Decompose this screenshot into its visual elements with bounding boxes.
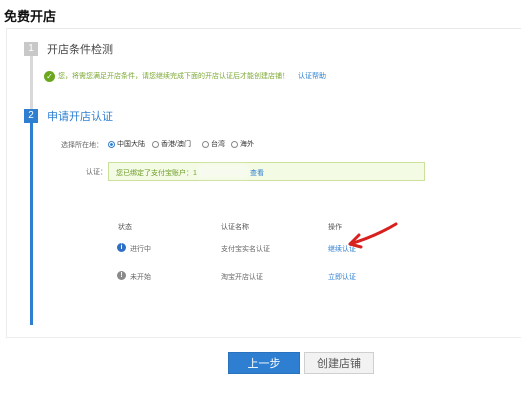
create-store-button[interactable]: 创建店铺 bbox=[304, 352, 374, 374]
alipay-bound-text: 您已绑定了支付宝账户：1 bbox=[116, 170, 197, 177]
region-option-mainland[interactable]: 中国大陆 bbox=[108, 139, 145, 149]
certification-help-link[interactable]: 认证帮助 bbox=[298, 71, 326, 81]
row1-status: 进行中 bbox=[130, 246, 151, 253]
region-option-label: 中国大陆 bbox=[117, 141, 145, 148]
region-option-hk-macau[interactable]: 香港/澳门 bbox=[152, 139, 191, 149]
step2-title: 申请开店认证 bbox=[47, 111, 113, 123]
region-option-label: 台湾 bbox=[211, 141, 225, 148]
pending-icon: ! bbox=[117, 271, 126, 280]
row2-status: 未开始 bbox=[130, 274, 151, 281]
region-label: 选择所在地： bbox=[61, 142, 103, 149]
region-option-label: 香港/澳门 bbox=[161, 141, 191, 148]
radio-icon[interactable] bbox=[231, 140, 238, 148]
page-title: 免费开店 bbox=[4, 9, 57, 24]
view-account-link[interactable]: 查看 bbox=[250, 168, 264, 178]
step-progress-line bbox=[30, 50, 33, 110]
previous-step-button[interactable]: 上一步 bbox=[228, 352, 300, 374]
step1-number: 1 bbox=[24, 42, 38, 56]
row2-certify-now-link[interactable]: 立即认证 bbox=[328, 272, 356, 282]
radio-icon[interactable] bbox=[152, 140, 159, 148]
region-option-label: 海外 bbox=[240, 141, 254, 148]
redacted-account-mask bbox=[198, 165, 248, 178]
column-header-name: 认证名称 bbox=[221, 224, 249, 231]
check-icon: ✓ bbox=[44, 71, 55, 82]
row1-cert-name: 支付宝实名认证 bbox=[221, 246, 270, 253]
condition-notice: 您，将需您满足开店条件，请您继续完成下面的开店认证后才能创建店铺！ bbox=[58, 73, 289, 80]
certification-label: 认证： bbox=[86, 169, 107, 176]
footer-divider bbox=[6, 337, 521, 338]
step1-title: 开店条件检测 bbox=[47, 44, 113, 56]
radio-icon[interactable] bbox=[202, 140, 209, 148]
row2-cert-name: 淘宝开店认证 bbox=[221, 274, 263, 281]
red-arrow-annotation bbox=[348, 222, 398, 249]
step2-number: 2 bbox=[24, 109, 38, 123]
column-header-status: 状态 bbox=[118, 224, 132, 231]
region-option-overseas[interactable]: 海外 bbox=[231, 139, 254, 149]
region-option-taiwan[interactable]: 台湾 bbox=[202, 139, 225, 149]
info-icon: i bbox=[117, 243, 126, 252]
radio-selected-icon[interactable] bbox=[108, 140, 115, 148]
step-progress-line-active bbox=[30, 120, 33, 325]
